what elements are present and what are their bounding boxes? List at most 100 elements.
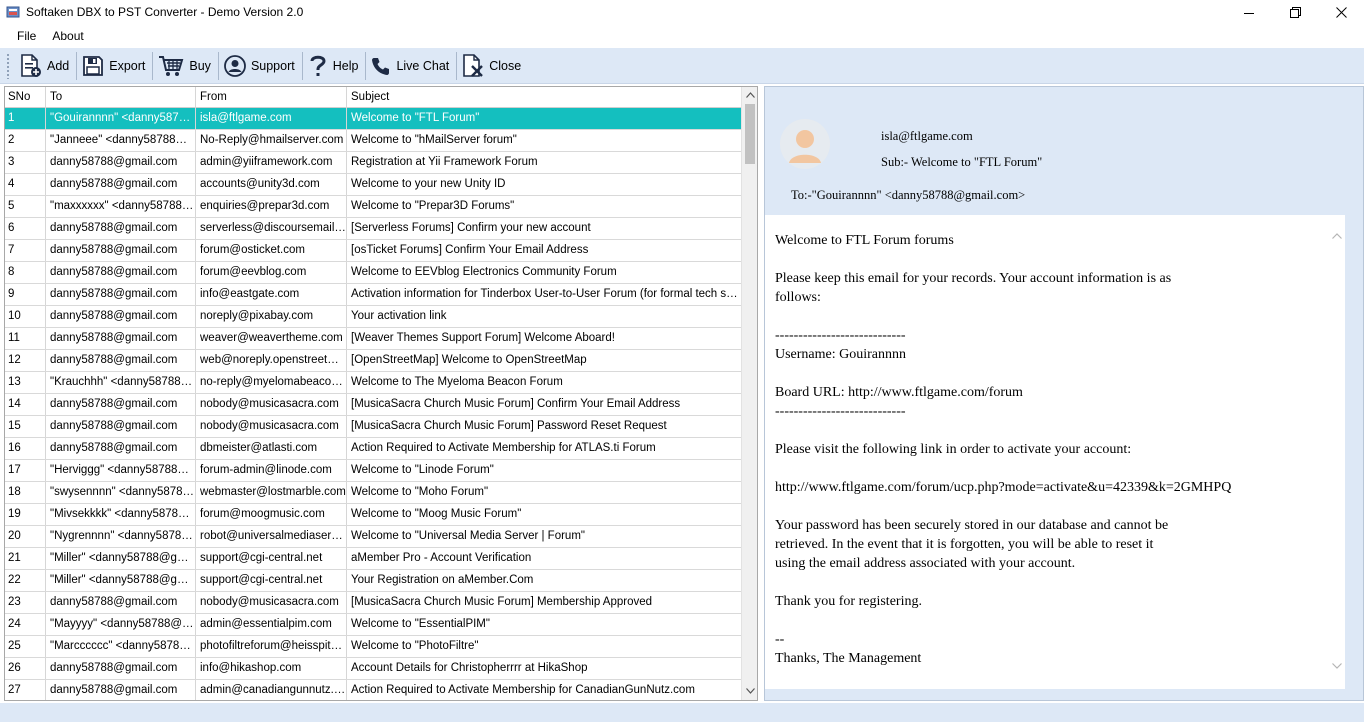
scroll-down-button[interactable] xyxy=(742,683,757,699)
buy-button[interactable]: Buy xyxy=(154,51,217,81)
cell-sno: 12 xyxy=(5,350,46,371)
cell-sno: 19 xyxy=(5,504,46,525)
email-preview-pane: isla@ftlgame.com Sub:- Welcome to "FTL F… xyxy=(764,86,1364,701)
cell-subject: Account Details for Christopherrrr at Hi… xyxy=(351,662,588,674)
cell-subject: [MusicaSacra Church Music Forum] Confirm… xyxy=(351,398,681,410)
table-row[interactable]: 6 danny58788@gmail.com serverless@discours… xyxy=(5,218,742,240)
table-row[interactable]: 22"Miller" <danny58788@gmail.com>support… xyxy=(5,570,742,592)
cell-sno: 5 xyxy=(5,196,46,217)
preview-body[interactable]: Welcome to FTL Forum forums Please keep … xyxy=(765,215,1345,689)
preview-scrollbar[interactable] xyxy=(1330,229,1344,673)
chevron-up-icon xyxy=(745,92,755,98)
table-row[interactable]: 4 danny58788@gmail.com accounts@unity3d.co… xyxy=(5,174,742,196)
grid-body: 1"Gouirannnn" <danny58788@gmail.com>isla… xyxy=(5,108,742,700)
window-title: Softaken DBX to PST Converter - Demo Ver… xyxy=(26,5,304,19)
table-row[interactable]: 3 danny58788@gmail.com admin@yiiframework.… xyxy=(5,152,742,174)
menu-file[interactable]: File xyxy=(9,25,44,48)
scroll-thumb[interactable] xyxy=(745,104,755,164)
cell-sno: 2 xyxy=(5,130,46,151)
cell-to: danny58788@gmail.com xyxy=(46,438,196,459)
table-row[interactable]: 10 danny58788@gmail.com noreply@pixabay.co… xyxy=(5,306,742,328)
toolbar-separator xyxy=(152,51,154,80)
add-button[interactable]: Add xyxy=(16,51,75,81)
table-row[interactable]: 25"Marcccccc" <danny58788@gmail.com>phot… xyxy=(5,636,742,658)
table-row[interactable]: 7 danny58788@gmail.com forum@osticket.com [… xyxy=(5,240,742,262)
table-row[interactable]: 8 danny58788@gmail.com forum@eevblog.com We… xyxy=(5,262,742,284)
table-row[interactable]: 9 danny58788@gmail.com info@eastgate.com Ac… xyxy=(5,284,742,306)
toolbar-separator xyxy=(217,51,219,80)
support-button[interactable]: Support xyxy=(220,51,301,81)
cell-from: weaver@weavertheme.com xyxy=(196,328,347,349)
cell-sno: 25 xyxy=(5,636,46,657)
table-row[interactable]: 27 danny58788@gmail.com admin@canadiangunn… xyxy=(5,680,742,700)
export-button[interactable]: Export xyxy=(78,51,151,81)
column-header-from[interactable]: From xyxy=(196,87,347,108)
cell-from: no-reply@myelomabeacon.com xyxy=(196,372,347,393)
table-row[interactable]: 17"Herviggg" <danny58788@gmail.com>forum… xyxy=(5,460,742,482)
preview-subject: Sub:- Welcome to "FTL Forum" xyxy=(881,155,1043,169)
cell-sno: 9 xyxy=(5,284,46,305)
grid-vertical-scrollbar[interactable] xyxy=(741,87,757,700)
cell-sno: 21 xyxy=(5,548,46,569)
table-row[interactable]: 16 danny58788@gmail.com dbmeister@atlasti.… xyxy=(5,438,742,460)
cell-subject: [MusicaSacra Church Music Forum] Members… xyxy=(351,596,653,608)
preview-scroll-up[interactable] xyxy=(1330,229,1344,243)
toolbar-separator xyxy=(301,51,303,80)
chevron-down-icon xyxy=(745,688,755,694)
table-row[interactable]: 18"swysennnn" <danny58788@gmail.com>webm… xyxy=(5,482,742,504)
table-row[interactable]: 20"Nygrennnn" <danny58788@gmail.com>robo… xyxy=(5,526,742,548)
cell-to: "Miller" <danny58788@gmail.com> xyxy=(46,570,196,591)
column-header-to[interactable]: To xyxy=(46,87,196,108)
menu-bar: File About xyxy=(0,25,1364,48)
cell-from: nobody@musicasacra.com xyxy=(196,592,347,613)
cell-to: "Marcccccc" <danny58788@gmail.com> xyxy=(46,636,196,657)
maximize-button[interactable] xyxy=(1272,0,1318,25)
scroll-up-button[interactable] xyxy=(742,87,757,103)
table-row[interactable]: 19"Mivsekkkk" <danny58788@gmail.com>foru… xyxy=(5,504,742,526)
cell-sno: 20 xyxy=(5,526,46,547)
close-window-button[interactable] xyxy=(1318,0,1364,25)
close-button[interactable]: Close xyxy=(458,51,527,81)
table-row[interactable]: 24"Mayyyy" <danny58788@gmail.com>admin@e… xyxy=(5,614,742,636)
cell-subject: Welcome to EEVblog Electronics Community… xyxy=(351,266,617,278)
live-chat-button[interactable]: Live Chat xyxy=(367,51,455,81)
cell-subject: Action Required to Activate Membership f… xyxy=(351,442,656,454)
table-row[interactable]: 12 danny58788@gmail.com web@noreply.openst… xyxy=(5,350,742,372)
cell-from: nobody@musicasacra.com xyxy=(196,394,347,415)
table-row[interactable]: 23 danny58788@gmail.com nobody@musicasacra… xyxy=(5,592,742,614)
cell-from: noreply@pixabay.com xyxy=(196,306,347,327)
cell-to: danny58788@gmail.com xyxy=(46,152,196,173)
help-button[interactable]: Help xyxy=(304,51,365,81)
cell-from: admin@canadiangunnutz.com xyxy=(196,680,347,700)
cell-subject: [OpenStreetMap] Welcome to OpenStreetMap xyxy=(351,354,587,366)
cell-sno: 11 xyxy=(5,328,46,349)
cell-to: "Miller" <danny58788@gmail.com> xyxy=(46,548,196,569)
preview-scroll-down[interactable] xyxy=(1330,659,1344,673)
column-header-sno[interactable]: SNo xyxy=(5,87,46,108)
cell-from: forum@osticket.com xyxy=(196,240,347,261)
cell-sno: 18 xyxy=(5,482,46,503)
toolbar-grip[interactable] xyxy=(6,52,10,79)
table-row[interactable]: 21"Miller" <danny58788@gmail.com>support… xyxy=(5,548,742,570)
table-row[interactable]: 14 danny58788@gmail.com nobody@musicasacra… xyxy=(5,394,742,416)
minimize-button[interactable] xyxy=(1226,0,1272,25)
table-row[interactable]: 1"Gouirannnn" <danny58788@gmail.com>isla… xyxy=(5,108,742,130)
cell-to: "swysennnn" <danny58788@gmail.com> xyxy=(46,482,196,503)
cell-subject: [Weaver Themes Support Forum] Welcome Ab… xyxy=(351,332,615,344)
column-header-subject[interactable]: Subject xyxy=(347,87,742,108)
cell-subject: Action Required to Activate Membership f… xyxy=(351,684,695,696)
cell-subject: Welcome to "hMailServer forum" xyxy=(351,134,517,146)
table-row[interactable]: 26 danny58788@gmail.com info@hikashop.com A… xyxy=(5,658,742,680)
cell-sno: 1 xyxy=(5,108,46,129)
table-row[interactable]: 13"Krauchhh" <danny58788@gmail.com>no-re… xyxy=(5,372,742,394)
table-row[interactable]: 5"maxxxxxx" <danny58788@gmail.com>enquir… xyxy=(5,196,742,218)
cell-to: danny58788@gmail.com xyxy=(46,328,196,349)
table-row[interactable]: 11 danny58788@gmail.com weaver@weavertheme… xyxy=(5,328,742,350)
export-label: Export xyxy=(109,58,146,73)
menu-about[interactable]: About xyxy=(44,25,91,48)
table-row[interactable]: 2"Janneee" <danny58788@gmail.com>No-Repl… xyxy=(5,130,742,152)
cell-to: danny58788@gmail.com xyxy=(46,284,196,305)
email-list-grid[interactable]: SNo To From Subject 1 "Gouirannnn" <danny… xyxy=(4,86,758,701)
table-row[interactable]: 15 danny58788@gmail.com nobody@musicasacra… xyxy=(5,416,742,438)
cell-to: "Mayyyy" <danny58788@gmail.com> xyxy=(46,614,196,635)
